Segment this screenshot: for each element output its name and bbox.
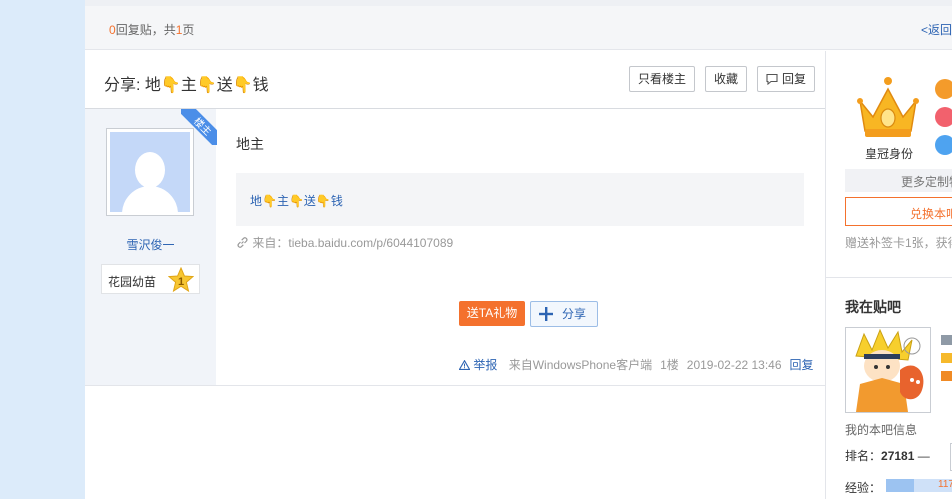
my-bar-info-label: 我的本吧信息 xyxy=(845,423,918,437)
bar-fire-icon[interactable] xyxy=(941,371,952,381)
floor-number: 1楼 xyxy=(660,358,679,372)
shared-thread-card[interactable]: 地👇主👇送👇钱 xyxy=(236,173,804,226)
post-content: 地主 地👇主👇送👇钱 来自：tieba.baidu.com/p/60441070… xyxy=(236,109,814,385)
author-name-link[interactable]: 雪沢俊一 xyxy=(85,236,216,253)
op-corner-tag: 楼主 xyxy=(181,109,217,145)
share-plus-icon xyxy=(539,307,553,321)
author-panel: 雪沢俊一 花园幼苗 1 楼主 xyxy=(85,109,217,385)
report-label: 举报 xyxy=(473,358,498,372)
post-meta: 举报 来自WindowsPhone客户端 1楼 2019-02-22 13:46 回复 xyxy=(458,356,814,373)
share-button[interactable]: 分享 xyxy=(530,301,598,327)
send-gift-button[interactable]: 送TA礼物 xyxy=(459,301,525,326)
op-tag-label: 楼主 xyxy=(190,116,213,139)
more-custom-bar[interactable]: 更多定制特 xyxy=(845,169,952,192)
rank-label: 排名： xyxy=(845,449,882,463)
cartoon-avatar-image xyxy=(846,328,930,412)
back-link[interactable]: <返回 xyxy=(921,21,952,38)
reply-button[interactable]: 回复 xyxy=(757,66,815,92)
member-level-badge[interactable]: 花园幼苗 1 xyxy=(101,264,200,294)
level-number: 1 xyxy=(178,276,184,288)
my-bar-avatar[interactable] xyxy=(845,327,931,413)
only-op-button[interactable]: 只看楼主 xyxy=(629,66,696,92)
share-label: 分享 xyxy=(562,307,587,321)
reply-button-label: 回复 xyxy=(782,72,807,86)
favorite-button[interactable]: 收藏 xyxy=(705,66,748,92)
source-url[interactable]: tieba.baidu.com/p/6044107089 xyxy=(288,236,453,250)
default-avatar-icon xyxy=(110,132,190,212)
exp-progress-fill xyxy=(886,479,914,492)
reply-pager: 0回复贴，共1页 <返回 xyxy=(85,6,952,50)
comment-icon xyxy=(766,73,778,85)
rank-value: 27181 xyxy=(881,449,915,463)
exp-value: 117 xyxy=(938,479,952,490)
level-star-icon: 1 xyxy=(168,267,194,293)
warning-icon xyxy=(458,359,471,370)
report-link[interactable]: 举报 xyxy=(458,358,501,372)
level-title: 花园幼苗 xyxy=(108,275,157,289)
post-floor-1: 雪沢俊一 花园幼苗 1 楼主 地主 地👇主👇送👇钱 来自：tieba.baidu… xyxy=(85,109,825,386)
my-bar-title: 我在贴吧 xyxy=(845,299,901,315)
thread-title-bar: 分享: 地👇主👇送👇钱 只看楼主 收藏 回复 xyxy=(85,51,825,109)
right-sidebar: 皇冠身份 更多定制特 兑换本吧 赠送补签卡1张，获得 我在贴吧 我的本吧信息 xyxy=(825,51,952,499)
reply-count-info: 0回复贴，共1页 xyxy=(109,21,194,38)
gift-card-text: 赠送补签卡1张，获得 xyxy=(845,236,952,250)
bar-tool-icon[interactable] xyxy=(941,335,952,345)
source-line: 来自：tieba.baidu.com/p/6044107089 xyxy=(236,234,453,251)
exp-label: 经验： xyxy=(845,481,882,495)
thread-title: 分享: 地👇主👇送👇钱 xyxy=(104,77,269,94)
page-container: 0回复贴，共1页 <返回 分享: 地👇主👇送👇钱 只看楼主 收藏 回复 雪沢俊一… xyxy=(85,0,952,499)
client-source: 来自WindowsPhone客户端 xyxy=(508,358,653,372)
floor-reply-link[interactable]: 回复 xyxy=(790,358,814,372)
exchange-button[interactable]: 兑换本吧 xyxy=(845,197,952,226)
source-prefix: 来自： xyxy=(252,236,289,250)
sign-in-icon[interactable] xyxy=(935,135,952,155)
exp-progress-bar: 117 xyxy=(886,479,952,492)
crown-icon[interactable] xyxy=(855,75,921,141)
message-icon[interactable] xyxy=(935,107,952,127)
bar-medal-icon[interactable] xyxy=(941,353,952,363)
reply-count: 0 xyxy=(109,23,116,37)
bookmark-icon[interactable] xyxy=(935,79,952,99)
rank-trend: — xyxy=(917,449,930,463)
post-time: 2019-02-22 13:46 xyxy=(686,358,782,372)
exchange-label: 兑换本吧 xyxy=(910,207,952,221)
crown-label: 皇冠身份 xyxy=(865,147,914,161)
rank-row: 排名：27181 — xyxy=(845,447,930,464)
reply-count-suffix: 回复贴，共 xyxy=(115,23,176,37)
post-text: 地主 xyxy=(236,136,264,152)
sidebar-divider xyxy=(826,277,952,278)
page-count-suffix: 页 xyxy=(182,23,195,37)
link-icon xyxy=(237,237,248,248)
shared-thread-link[interactable]: 地👇主👇送👇钱 xyxy=(250,192,343,209)
more-custom-label: 更多定制特 xyxy=(901,175,952,189)
